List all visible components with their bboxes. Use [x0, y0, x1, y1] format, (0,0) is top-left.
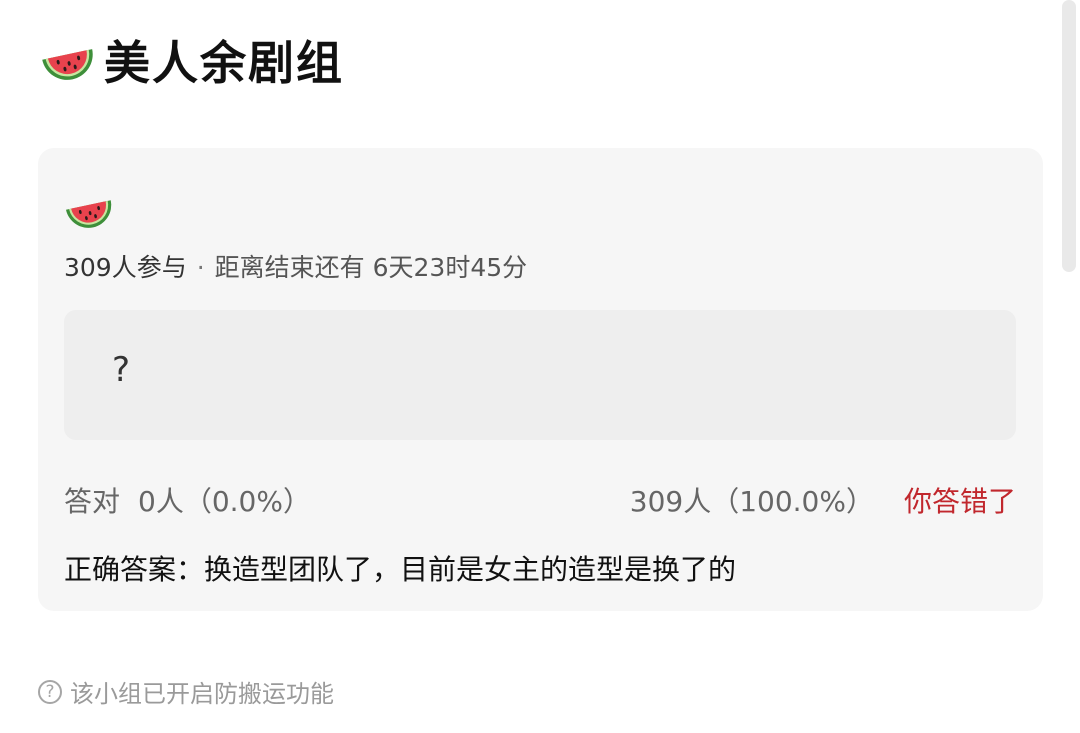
question-circle-icon[interactable]: ?	[38, 679, 62, 704]
correct-answer: 正确答案：换造型团队了，目前是女主的造型是换了的	[64, 548, 736, 588]
correct-count: 0人（0.0%）	[138, 485, 311, 518]
result-label: 你答错了	[903, 485, 1016, 518]
anti-repost-text: 该小组已开启防搬运功能	[70, 680, 334, 708]
meta-separator: ·	[196, 253, 205, 282]
watermelon-icon	[65, 200, 112, 228]
quiz-meta: 309人参与 · 距离结束还有 6天23时45分	[64, 248, 527, 284]
group-title: 美人余剧组	[104, 36, 344, 90]
question-text: ?	[112, 350, 131, 390]
wrong-count: 309人（100.0%）	[629, 485, 874, 518]
watermelon-icon	[42, 49, 93, 80]
page: 美人余剧组 309人参与 · 距离结束还有 6天23时45分 ? 答对 0人（0.0%…	[0, 0, 1080, 733]
correct-label: 答对	[64, 485, 121, 518]
participant-count: 309人参与	[64, 253, 187, 282]
scrollbar[interactable]	[1062, 0, 1076, 272]
correct-stats: 答对 0人（0.0%）	[64, 480, 311, 520]
countdown-text: 距离结束还有 6天23时45分	[214, 253, 528, 282]
answer-label: 正确答案：	[64, 553, 205, 586]
anti-repost-notice[interactable]: ? 该小组已开启防搬运功能	[38, 674, 334, 709]
quiz-card[interactable]: 309人参与 · 距离结束还有 6天23时45分 ? 答对 0人（0.0%） 309人…	[38, 148, 1043, 611]
answer-text: 换造型团队了，目前是女主的造型是换了的	[204, 553, 737, 586]
result-stats: 答对 0人（0.0%） 309人（100.0%） 你答错了	[64, 480, 1016, 520]
question-option[interactable]: ?	[64, 310, 1016, 440]
group-header: 美人余剧组	[40, 28, 344, 92]
wrong-stats: 309人（100.0%） 你答错了	[630, 480, 1016, 520]
